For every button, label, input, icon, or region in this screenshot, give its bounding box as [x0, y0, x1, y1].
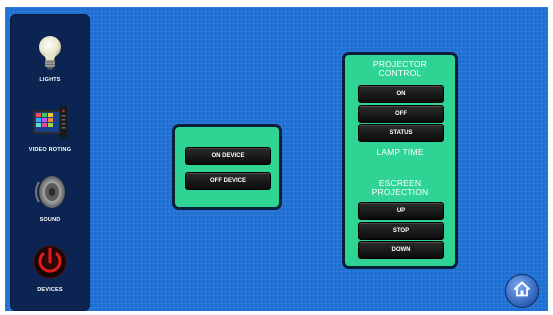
- light-bulb-icon: [30, 32, 70, 72]
- speaker-icon: [30, 172, 70, 212]
- sidebar-item-devices[interactable]: DEVICES: [10, 238, 90, 308]
- sidebar-item-label: SOUND: [39, 217, 61, 223]
- projector-on-button[interactable]: ON: [358, 85, 444, 103]
- lamp-time-label: LAMP TIME: [376, 147, 424, 157]
- power-icon: [30, 242, 70, 282]
- sidebar: LIGHTS VIDEO ROTING SOUND DEVICES: [10, 14, 90, 311]
- sidebar-item-sound[interactable]: SOUND: [10, 168, 90, 238]
- tv-remote-icon: [30, 102, 70, 142]
- device-control-panel: ON DEVICE OFF DEVICE: [172, 124, 282, 210]
- screen-up-button[interactable]: UP: [358, 202, 444, 220]
- sidebar-item-label: DEVICES: [37, 287, 63, 293]
- projector-status-button[interactable]: STATUS: [358, 124, 444, 142]
- home-button[interactable]: [505, 274, 539, 308]
- screen-stop-button[interactable]: STOP: [358, 222, 444, 240]
- screen-down-button[interactable]: DOWN: [358, 241, 444, 259]
- sidebar-item-label: VIDEO ROTING: [28, 147, 72, 153]
- screen-projection-title-line2: PROJECTION: [371, 187, 429, 197]
- off-device-button[interactable]: OFF DEVICE: [185, 172, 271, 190]
- projector-off-button[interactable]: OFF: [358, 105, 444, 123]
- sidebar-item-lights[interactable]: LIGHTS: [10, 28, 90, 98]
- sidebar-item-label: LIGHTS: [39, 77, 61, 83]
- on-device-button[interactable]: ON DEVICE: [185, 147, 271, 165]
- home-icon: [512, 279, 532, 304]
- projector-title-line2: CONTROL: [378, 68, 422, 78]
- sidebar-item-video-roting[interactable]: VIDEO ROTING: [10, 98, 90, 168]
- projector-control-panel: PROJECTOR CONTROL ON OFF STATUS LAMP TIM…: [342, 52, 458, 269]
